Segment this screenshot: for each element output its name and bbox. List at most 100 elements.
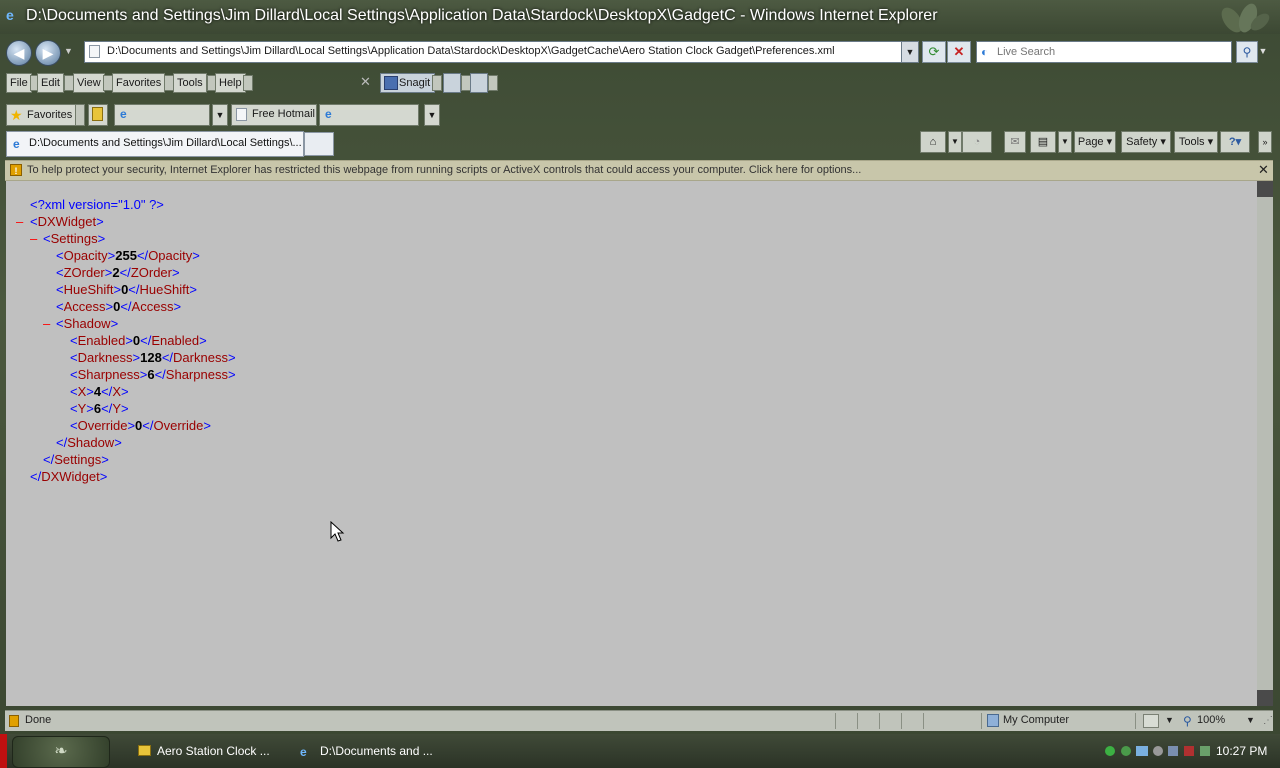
address-bar[interactable]: D:\Documents and Settings\Jim Dillard\Lo… — [84, 41, 902, 63]
taskbar-item-label: D:\Documents and ... — [320, 744, 433, 758]
favorite-link-1-dropdown-icon[interactable]: ▼ — [212, 104, 228, 126]
taskbar-clock[interactable]: 10:27 PM — [1216, 744, 1267, 758]
menu-separator — [488, 75, 498, 91]
back-button[interactable]: ◀ — [6, 40, 32, 66]
menu-favorites[interactable]: Favorites — [112, 73, 166, 93]
protected-mode-icon[interactable] — [1143, 714, 1159, 728]
favorite-hotmail[interactable]: Free Hotmail — [231, 104, 317, 126]
menu-edit[interactable]: Edit — [37, 73, 64, 93]
address-dropdown-button[interactable]: ▼ — [901, 41, 919, 63]
status-separator — [835, 713, 836, 729]
status-separator — [1135, 713, 1136, 729]
information-bar[interactable]: ! To help protect your security, Interne… — [5, 160, 1273, 181]
information-bar-text[interactable]: To help protect your security, Internet … — [27, 164, 861, 176]
favorites-button[interactable]: ★ Favorites — [6, 104, 80, 126]
live-search-icon: ◐ — [981, 45, 989, 59]
safety-menu-button[interactable]: Safety ▾ — [1121, 131, 1171, 153]
search-icon[interactable]: ⚲ — [1236, 41, 1258, 63]
feeds-button[interactable]: ◔ — [962, 131, 992, 153]
snagit-window-icon[interactable] — [443, 73, 461, 93]
collapse-shadow-icon[interactable]: – — [43, 316, 50, 332]
security-zone[interactable]: My Computer — [1003, 714, 1069, 726]
xml-element: <Sharpness>6</Sharpness> — [70, 367, 236, 382]
taskbar-item-ie-window[interactable]: e D:\Documents and ... — [300, 740, 433, 762]
hotmail-label: Free Hotmail — [252, 108, 315, 120]
xml-element: <Y>6</Y> — [70, 401, 129, 416]
xml-declaration: <?xml version="1.0" ?> — [30, 197, 164, 212]
zoom-icon[interactable]: ⚲ — [1183, 714, 1192, 728]
menu-file[interactable]: File — [6, 73, 32, 93]
status-bar: Done My Computer ▼ ⚲ 100% ▼ ⋰ — [5, 710, 1273, 731]
taskbar-item-aero-clock[interactable]: Aero Station Clock ... — [138, 740, 270, 762]
favorites-more-dropdown-icon[interactable]: ▼ — [424, 104, 440, 126]
ie-icon: e — [300, 745, 307, 759]
xml-element: <Opacity>255</Opacity> — [56, 248, 200, 263]
title-bar: e D:\Documents and Settings\Jim Dillard\… — [0, 0, 1280, 34]
menu-view[interactable]: View — [73, 73, 105, 93]
favorite-link-3[interactable]: e — [319, 104, 419, 126]
start-button[interactable]: ❧ — [12, 736, 110, 768]
protected-mode-dropdown-icon[interactable]: ▼ — [1165, 715, 1174, 725]
snagit-capture-icon[interactable] — [470, 73, 488, 93]
address-url[interactable]: D:\Documents and Settings\Jim Dillard\Lo… — [107, 45, 835, 57]
resize-grip-icon[interactable]: ⋰ — [1263, 715, 1273, 726]
snagit-button[interactable]: Snagit — [380, 73, 436, 93]
zoom-dropdown-icon[interactable]: ▼ — [1246, 715, 1255, 725]
search-input[interactable] — [997, 44, 1225, 60]
menu-separator — [243, 75, 253, 91]
status-separator — [901, 713, 902, 729]
refresh-button[interactable]: ⟳ — [922, 41, 946, 63]
xml-element: <Enabled>0</Enabled> — [70, 333, 207, 348]
search-box[interactable]: ◐ — [976, 41, 1232, 63]
close-icon[interactable]: ✕ — [1258, 162, 1269, 178]
scroll-up-button[interactable] — [1257, 181, 1273, 197]
new-tab-button[interactable] — [304, 132, 334, 156]
vertical-scrollbar[interactable] — [1257, 181, 1273, 706]
forward-button[interactable]: ▶ — [35, 40, 61, 66]
toolbar-chevron-icon[interactable]: » — [1258, 131, 1272, 153]
computer-zone-icon — [987, 714, 999, 727]
ie-page-icon: e — [325, 107, 332, 121]
menu-help[interactable]: Help — [215, 73, 246, 93]
print-dropdown-icon[interactable]: ▼ — [1058, 131, 1072, 153]
xml-element: <ZOrder>2</ZOrder> — [56, 265, 180, 280]
xml-open-settings: <Settings> — [43, 231, 106, 246]
safety-menu-label: Safety — [1126, 136, 1158, 148]
status-separator — [857, 713, 858, 729]
shield-warning-icon: ! — [10, 164, 22, 176]
search-options-dropdown-icon[interactable]: ▼ — [1257, 41, 1269, 61]
mouse-cursor-icon — [330, 521, 345, 542]
xml-document: <?xml version="1.0" ?> – <DXWidget> – <S… — [6, 181, 1257, 706]
page-menu-button[interactable]: Page ▾ — [1074, 131, 1116, 153]
stop-button[interactable]: ✕ — [947, 41, 971, 63]
history-dropdown-icon[interactable]: ▼ — [64, 46, 73, 56]
menu-tools[interactable]: Tools — [173, 73, 207, 93]
close-toolbar-icon[interactable]: ✕ — [360, 74, 371, 90]
home-button[interactable]: ⌂ — [920, 131, 946, 153]
favorite-link-1[interactable]: e — [114, 104, 210, 126]
tools-menu-button[interactable]: Tools ▾ — [1174, 131, 1218, 153]
home-dropdown-icon[interactable]: ▼ — [948, 131, 962, 153]
scroll-down-button[interactable] — [1257, 690, 1273, 706]
collapse-settings-icon[interactable]: – — [30, 231, 37, 247]
help-button[interactable]: ?▾ — [1220, 131, 1250, 153]
page-icon — [236, 108, 247, 121]
zoom-level[interactable]: 100% — [1197, 714, 1225, 726]
star-icon: ★ — [10, 107, 23, 123]
tools-menu-label: Tools — [1178, 136, 1205, 148]
tab-preferences-xml[interactable]: e D:\Documents and Settings\Jim Dillard\… — [6, 131, 304, 157]
xml-close-dxwidget: </DXWidget> — [30, 469, 108, 484]
add-favorites-icon[interactable] — [88, 104, 108, 126]
ie-tab-icon: e — [13, 137, 20, 151]
collapse-dxwidget-icon[interactable]: – — [16, 214, 23, 230]
status-separator — [923, 713, 924, 729]
leaf-decoration-icon — [1221, 3, 1270, 33]
folder-icon — [138, 745, 151, 756]
read-mail-button[interactable]: ✉ — [1004, 131, 1026, 153]
taskbar-item-label: Aero Station Clock ... — [157, 744, 270, 758]
menu-separator — [432, 75, 442, 91]
snagit-icon — [384, 76, 398, 90]
xml-open-dxwidget: <DXWidget> — [30, 214, 104, 229]
page-menu-label: Page — [1077, 136, 1104, 148]
print-button[interactable]: ▤ — [1030, 131, 1056, 153]
